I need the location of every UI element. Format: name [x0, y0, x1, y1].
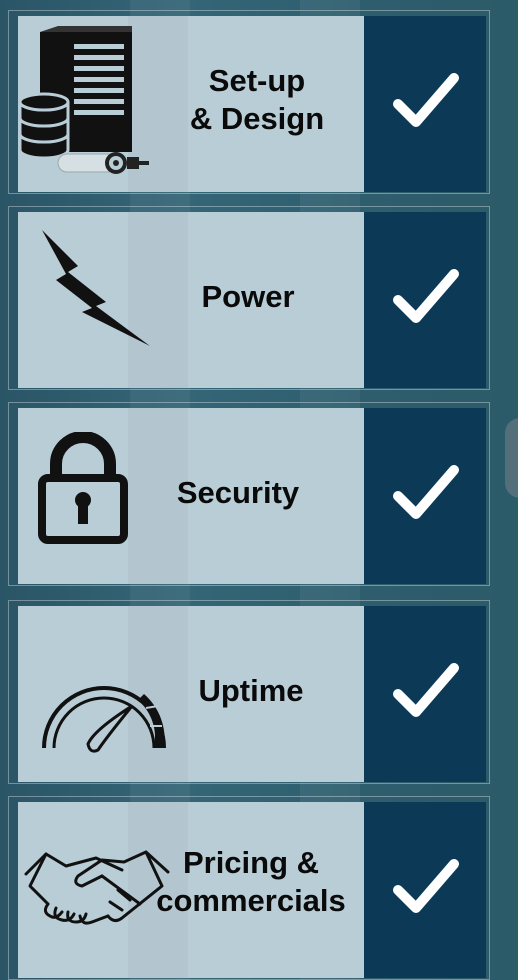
- lightning-bolt-icon: [42, 230, 150, 346]
- item-label: Security: [168, 474, 308, 512]
- checklist-item-uptime: Uptime: [8, 600, 490, 784]
- label-line: Power: [201, 279, 295, 314]
- check-panel: [364, 212, 486, 388]
- label-line: Security: [176, 475, 300, 510]
- checkmark-icon: [393, 73, 459, 127]
- item-label: Uptime: [186, 672, 316, 710]
- checklist-item-pricing-commercials: Pricing & commercials: [8, 796, 490, 980]
- server-database-icon: [18, 26, 149, 174]
- checklist-item-security: Security: [8, 402, 490, 586]
- item-label: Power: [188, 278, 308, 316]
- check-panel: [364, 802, 486, 978]
- checklist-item-setup-design: Set-up & Design: [8, 10, 490, 194]
- label-line: commercials: [156, 883, 346, 918]
- label-line: Set-up: [208, 63, 306, 98]
- checklist-item-power: Power: [8, 206, 490, 390]
- checkmark-icon: [393, 465, 459, 519]
- checkmark-icon: [393, 269, 459, 323]
- padlock-icon: [38, 432, 128, 544]
- item-label: Pricing & commercials: [146, 844, 356, 920]
- side-tab-edge: [505, 418, 518, 498]
- label-line: Uptime: [198, 673, 304, 708]
- label-line: Pricing &: [182, 845, 320, 880]
- check-panel: [364, 408, 486, 584]
- check-panel: [364, 606, 486, 782]
- check-panel: [364, 16, 486, 192]
- label-line: & Design: [189, 101, 325, 136]
- checkmark-icon: [393, 663, 459, 717]
- speedometer-gauge-icon: [42, 686, 166, 753]
- checkmark-icon: [393, 859, 459, 913]
- item-label: Set-up & Design: [162, 62, 352, 138]
